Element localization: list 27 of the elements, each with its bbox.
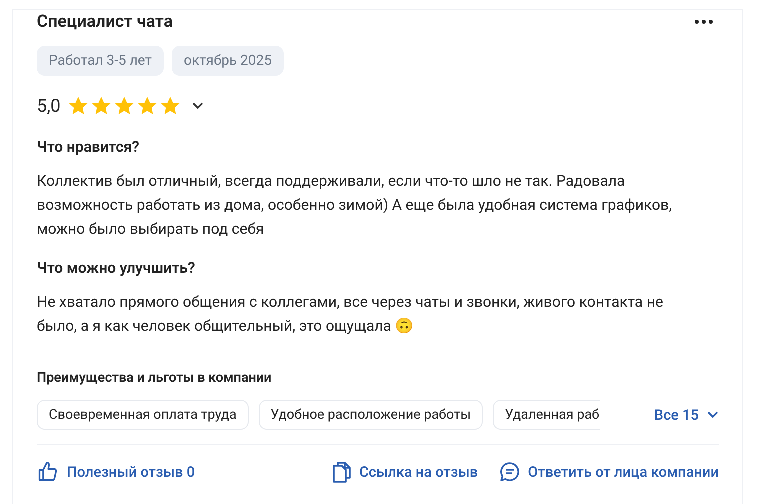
star-icon <box>160 97 180 115</box>
reply-button[interactable]: Ответить от лица компании <box>500 462 719 482</box>
more-icon[interactable] <box>695 20 713 24</box>
benefit-chip: Удобное расположение работы <box>258 400 484 430</box>
copy-link-button[interactable]: Ссылка на отзыв <box>333 461 478 483</box>
benefits-heading: Преимущества и льготы в компании <box>37 370 273 386</box>
job-title: Специалист чата <box>37 12 173 32</box>
review-text: Коллектив был отличный, всегда поддерживали, если что-то шло не так. Радовала возможность работать из дома, особенно зимой) А еще была удобная система графиков, можно было выбирать под себя <box>37 171 674 240</box>
helpful-button[interactable]: Полезный отзыв 0 <box>37 461 196 483</box>
copy-icon <box>333 461 352 483</box>
star-icon <box>138 97 157 115</box>
chat-icon <box>500 462 520 482</box>
benefit-chip: Своевременная оплата труда <box>37 400 249 430</box>
benefit-chip: Удаленная раб <box>493 400 600 430</box>
thumbs-up-icon <box>37 461 59 483</box>
rating-score: 5,0 <box>37 96 61 116</box>
tag: октябрь 2025 <box>172 46 284 76</box>
star-icon <box>92 97 111 115</box>
show-all-button[interactable]: Все 15 <box>654 406 719 424</box>
review-text: Не хватало прямого общения с коллегами, все через чаты и звонки, живого контакта не было, а я как человек общительный, это ощущала 🙃 <box>37 292 664 337</box>
chevron-down-icon[interactable] <box>192 102 204 110</box>
tag: Работал 3-5 лет <box>37 46 164 76</box>
star-icon <box>68 97 88 115</box>
section-heading: Что можно улучшить? <box>37 259 196 277</box>
section-heading: Что нравится? <box>37 138 141 156</box>
star-icon <box>114 97 134 115</box>
chevron-down-icon <box>707 411 719 419</box>
